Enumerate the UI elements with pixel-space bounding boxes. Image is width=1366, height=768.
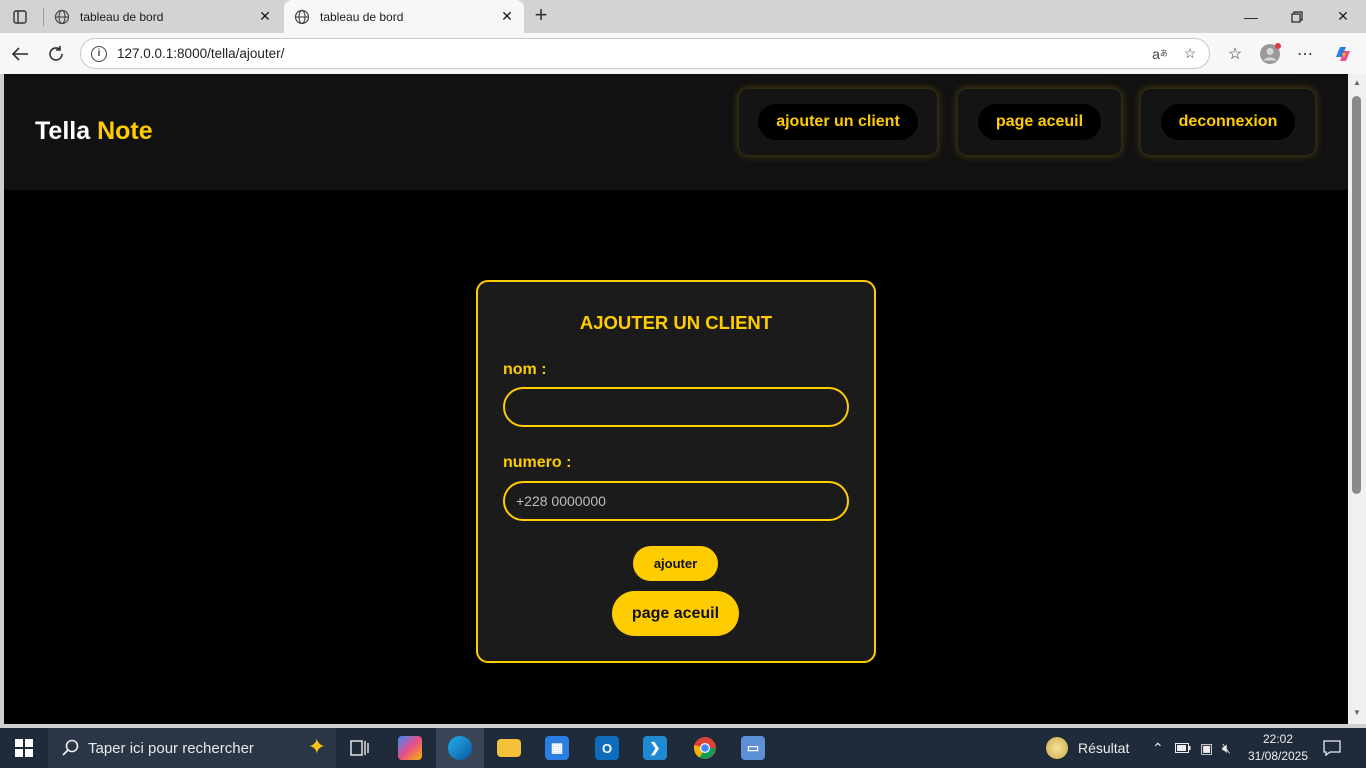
copilot-app-icon[interactable] (386, 728, 434, 768)
tab-actions-icon[interactable] (8, 7, 32, 27)
globe-icon (54, 9, 70, 24)
windows-start-icon[interactable] (0, 728, 48, 768)
close-icon[interactable]: ✕ (500, 8, 514, 24)
url-text[interactable]: 127.0.0.1:8000/tella/ajouter/ (117, 46, 1149, 61)
browser-tab-bar: tableau de bord ✕ tableau de bord ✕ + — … (0, 0, 1366, 33)
tab-title: tableau de bord (80, 9, 164, 24)
copilot-sparkle-icon[interactable]: ✦ (308, 734, 326, 760)
tab-title: tableau de bord (320, 9, 404, 24)
logo-primary: Tella (35, 117, 91, 145)
site-logo[interactable]: Tella Note (35, 117, 153, 146)
add-client-form: AJOUTER UN CLIENT nom : numero : ajouter… (476, 280, 876, 663)
tab-1[interactable]: tableau de bord ✕ (44, 0, 282, 33)
reload-icon[interactable] (43, 41, 69, 67)
nav-box-deconnexion: deconnexion (1140, 88, 1316, 156)
weather-icon (1046, 737, 1068, 759)
browser-toolbar: i 127.0.0.1:8000/tella/ajouter/ aあ ☆ ☆ ⋯ (0, 33, 1366, 74)
scrollbar-thumb[interactable] (1352, 96, 1361, 494)
notifications-icon[interactable] (1323, 728, 1341, 768)
store-app-icon[interactable]: ▦ (533, 728, 581, 768)
search-placeholder: Taper ici pour rechercher (88, 739, 254, 757)
read-aloud-icon[interactable]: aあ (1149, 43, 1171, 65)
logo-accent: Note (97, 117, 153, 145)
outlook-app-icon[interactable]: O (583, 728, 631, 768)
page-scrollbar[interactable]: ▲ ▼ (1348, 74, 1366, 724)
site-header: Tella Note ajouter un client page aceuil… (4, 74, 1348, 190)
nom-label: nom : (503, 361, 547, 378)
back-icon[interactable] (7, 41, 33, 67)
form-title: AJOUTER UN CLIENT (579, 312, 773, 333)
minimize-icon[interactable]: — (1228, 0, 1274, 33)
task-view-icon[interactable] (336, 728, 384, 768)
new-tab-icon[interactable]: + (530, 4, 552, 27)
globe-icon (294, 9, 310, 24)
page-viewport: Tella Note ajouter un client page aceuil… (4, 74, 1348, 724)
clock-date: 31/08/2025 (1247, 749, 1309, 763)
clock[interactable]: 22:02 31/08/2025 (1244, 731, 1312, 765)
favorite-star-icon[interactable]: ☆ (1179, 43, 1201, 65)
close-icon[interactable]: ✕ (258, 8, 272, 24)
site-info-icon[interactable]: i (91, 45, 107, 62)
tab-2-active[interactable]: tableau de bord ✕ (284, 0, 524, 33)
taskbar-search[interactable]: Taper ici pour rechercher ✦ (48, 728, 336, 768)
scroll-down-icon[interactable]: ▼ (1352, 708, 1362, 718)
scroll-up-icon[interactable]: ▲ (1352, 78, 1362, 88)
search-icon (62, 739, 79, 756)
show-hidden-icons-icon[interactable]: ⌃ (1152, 728, 1164, 768)
more-menu-icon[interactable]: ⋯ (1292, 41, 1318, 67)
address-bar[interactable]: i 127.0.0.1:8000/tella/ajouter/ aあ ☆ (80, 38, 1210, 69)
vscode-app-icon[interactable]: ❯ (631, 728, 679, 768)
chrome-app-icon[interactable] (681, 728, 729, 768)
copilot-icon[interactable] (1330, 41, 1356, 67)
favorites-icon[interactable]: ☆ (1222, 41, 1248, 67)
nav-box-ajouter: ajouter un client (738, 88, 938, 156)
edge-app-icon[interactable] (436, 728, 484, 768)
windows-taskbar: Taper ici pour rechercher ✦ ▦ O ❯ ▭ Résu… (0, 728, 1366, 768)
restore-icon[interactable] (1274, 0, 1320, 33)
window-close-icon[interactable]: ✕ (1320, 0, 1366, 33)
clock-time: 22:02 (1262, 732, 1294, 746)
nav-box-accueil: page aceuil (957, 88, 1122, 156)
page-accueil-button[interactable]: page aceuil (612, 591, 739, 636)
camera-icon[interactable]: ▣ (1200, 728, 1213, 768)
numero-input[interactable] (503, 481, 849, 521)
nav-page-accueil-button[interactable]: page aceuil (977, 104, 1102, 140)
nom-input[interactable] (503, 387, 849, 427)
battery-icon[interactable] (1175, 728, 1191, 768)
nav-ajouter-client-button[interactable]: ajouter un client (758, 104, 918, 140)
weather-widget[interactable]: Résultat (1046, 728, 1129, 768)
remote-desktop-icon[interactable]: ▭ (729, 728, 777, 768)
numero-label: numero : (503, 454, 572, 471)
profile-avatar-icon[interactable] (1257, 41, 1283, 67)
file-explorer-icon[interactable] (485, 728, 533, 768)
weather-label: Résultat (1078, 740, 1130, 756)
nav-deconnexion-button[interactable]: deconnexion (1160, 104, 1296, 140)
ajouter-button[interactable]: ajouter (633, 546, 718, 581)
volume-muted-icon[interactable]: 🔇︎ (1222, 728, 1231, 768)
